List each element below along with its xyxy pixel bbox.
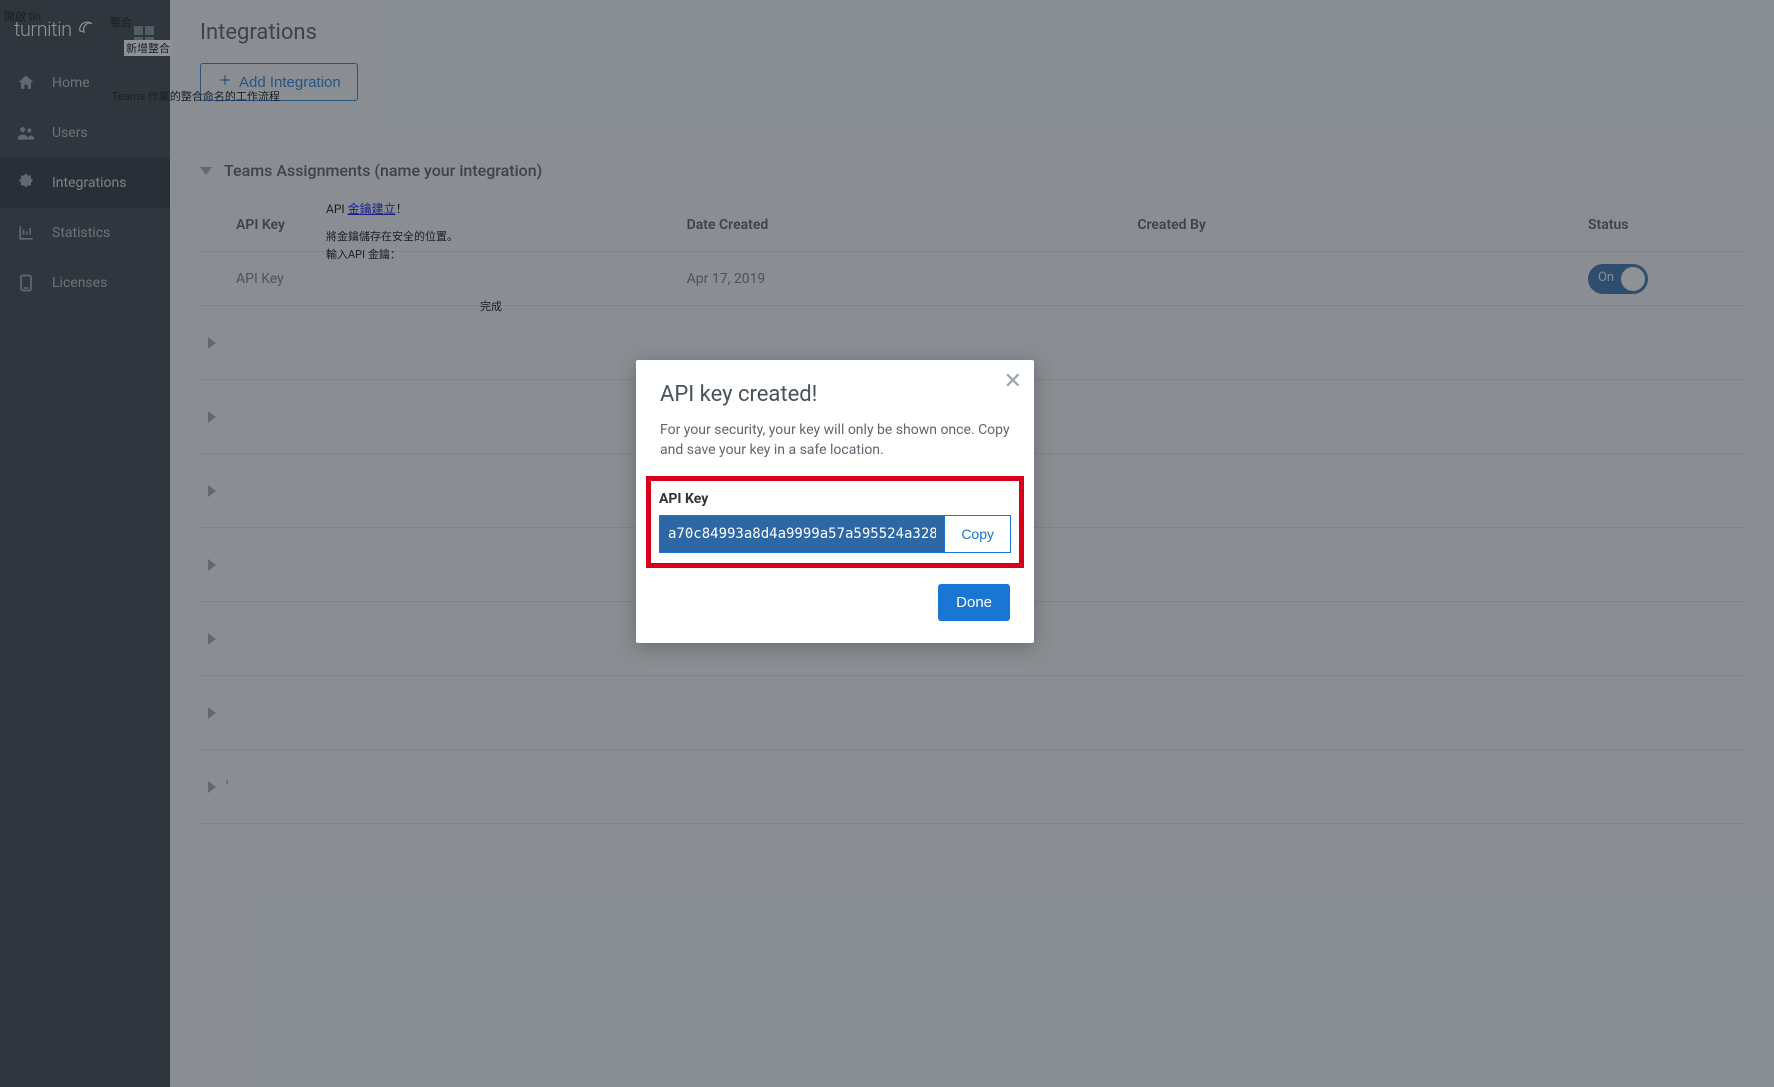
- api-key-modal: ✕ API key created! For your security, yo…: [636, 360, 1034, 643]
- copy-row: Copy: [659, 515, 1011, 553]
- modal-title: API key created!: [660, 382, 1010, 407]
- close-button[interactable]: ✕: [1004, 370, 1022, 392]
- modal-description: For your security, your key will only be…: [660, 421, 1010, 460]
- close-icon: ✕: [1004, 368, 1022, 393]
- copy-button[interactable]: Copy: [945, 515, 1011, 553]
- highlight-box: API Key Copy: [646, 476, 1024, 568]
- modal-footer: Done: [660, 584, 1010, 621]
- modal-overlay: ✕ API key created! For your security, yo…: [0, 0, 1774, 1087]
- done-button[interactable]: Done: [938, 584, 1010, 621]
- api-key-label: API Key: [659, 491, 1011, 507]
- api-key-input[interactable]: [659, 515, 945, 553]
